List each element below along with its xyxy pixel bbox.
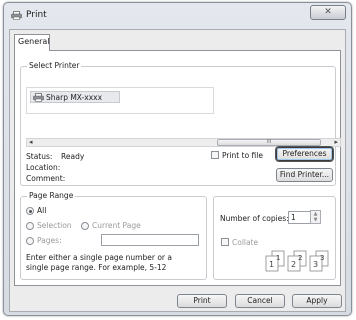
print-to-file-label: Print to file xyxy=(222,151,263,160)
tab-general[interactable]: General xyxy=(14,34,50,51)
select-printer-label: Select Printer xyxy=(27,61,82,70)
find-printer-button[interactable]: Find Printer... xyxy=(276,168,333,182)
all-radio[interactable] xyxy=(26,207,34,215)
pages-radio[interactable] xyxy=(26,237,34,245)
window-title: Print xyxy=(26,10,47,20)
current-page-radio[interactable] xyxy=(81,222,89,230)
printer-list-scrollbar[interactable]: ◂ III ▸ xyxy=(26,138,341,147)
collate-digit-back-3: 3 xyxy=(320,254,324,262)
general-tab-panel: Select Printer Sharp MX-xxxx ◂ III ▸ Sta… xyxy=(14,50,341,286)
all-label: All xyxy=(37,206,47,215)
collate-digit-front-2: 2 xyxy=(291,260,296,269)
page-range-label: Page Range xyxy=(27,191,76,200)
number-of-copies-label: Number of copies: xyxy=(220,214,289,223)
location-label: Location: xyxy=(26,163,61,172)
copies-spinner[interactable]: ▲ ▼ xyxy=(310,210,321,224)
pages-input[interactable] xyxy=(101,234,199,246)
close-button[interactable]: ✕ xyxy=(310,5,346,20)
scroll-thumb[interactable]: III xyxy=(217,139,321,146)
print-to-file-checkbox[interactable] xyxy=(211,151,219,159)
status-label: Status: xyxy=(26,152,53,161)
printer-list[interactable]: Sharp MX-xxxx xyxy=(26,87,214,114)
collate-digit-back-1: 1 xyxy=(276,254,280,262)
selection-label: Selection xyxy=(37,221,72,230)
apply-button[interactable]: Apply xyxy=(292,294,342,308)
comment-label: Comment: xyxy=(26,174,66,183)
dialog-body: General Select Printer Sharp MX-xxxx ◂ I… xyxy=(9,29,346,312)
scroll-left-icon[interactable]: ◂ xyxy=(29,138,33,146)
page-range-help-line1: Enter either a single page number or a xyxy=(26,253,172,262)
pages-label: Pages: xyxy=(37,236,62,245)
scroll-right-icon[interactable]: ▸ xyxy=(334,138,338,146)
collate-digit-back-2: 2 xyxy=(298,254,302,262)
spinner-down-icon[interactable]: ▼ xyxy=(311,217,320,223)
printer-item-sharp[interactable]: Sharp MX-xxxx xyxy=(30,91,120,103)
close-icon: ✕ xyxy=(324,7,332,17)
print-dialog: Print ✕ General Select Printer Sharp MX-… xyxy=(3,2,352,316)
collate-label: Collate xyxy=(232,238,259,247)
printer-icon xyxy=(11,11,22,20)
collate-icon: 1 1 2 2 3 3 xyxy=(265,250,329,272)
collate-digit-front-3: 3 xyxy=(313,260,318,269)
page-range-help-line2: single page range. For example, 5-12 xyxy=(26,263,167,272)
collate-checkbox[interactable] xyxy=(221,238,229,246)
title-bar: Print ✕ xyxy=(4,3,351,27)
collate-digit-front-1: 1 xyxy=(269,260,274,269)
status-value: Ready xyxy=(61,152,85,161)
cancel-button[interactable]: Cancel xyxy=(235,294,285,308)
printer-name: Sharp MX-xxxx xyxy=(46,93,103,102)
current-page-label: Current Page xyxy=(92,221,141,230)
preferences-button[interactable]: Preferences xyxy=(276,147,333,161)
selection-radio[interactable] xyxy=(26,222,34,230)
printer-icon xyxy=(33,93,44,102)
print-button[interactable]: Print xyxy=(177,294,227,308)
